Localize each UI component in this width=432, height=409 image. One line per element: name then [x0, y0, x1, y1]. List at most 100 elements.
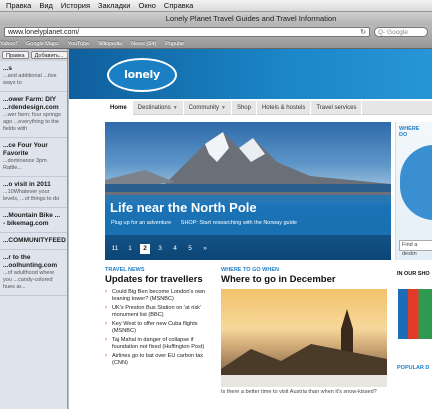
hero-link[interactable]: Plug up for an adventure: [111, 220, 171, 226]
pager-item-active[interactable]: 2: [140, 244, 150, 254]
browser-toolbar: www.lonelyplanet.com/ ↻ Q- Google: [0, 25, 432, 39]
bookmark-wikipedia[interactable]: Wikipedia: [98, 41, 122, 47]
sidebar-entry[interactable]: ...o visit in 2011 ...10Whatever your le…: [0, 177, 67, 208]
search-field[interactable]: Q- Google: [374, 27, 428, 37]
shop-label: IN OUR SHO: [397, 271, 430, 277]
pager-item[interactable]: 5: [185, 244, 195, 254]
nav-home[interactable]: Home: [105, 100, 133, 115]
bookmark-youtube[interactable]: YouTube: [68, 41, 90, 47]
hero-link[interactable]: SHOP: Start researching with the Norway …: [181, 220, 297, 226]
lonely-planet-logo[interactable]: lonely planet: [107, 58, 177, 111]
nav-travel-services-label: Travel services: [316, 104, 357, 111]
sidebar-entry-title: ...ower Farm: DIY ...rdendesign.com: [3, 96, 59, 111]
sidebar-entry-desc: ...dominance 3pm Rattle...: [3, 158, 47, 171]
sidebar-entry-desc: ...of adulthood where you ...candy-color…: [3, 270, 55, 290]
news-item[interactable]: › Airlines go to bat over EU carbon tax (…: [105, 353, 217, 367]
where-panel: WHERE DO Find a destin: [395, 122, 432, 260]
nav-community[interactable]: Community ▼: [184, 100, 232, 115]
news-item[interactable]: › UK's Preston Bus Station on 'at risk' m…: [105, 305, 217, 319]
pager-item[interactable]: 3: [155, 244, 165, 254]
where-panel-label: WHERE DO: [399, 126, 420, 138]
bookmark-google-maps[interactable]: Google Maps: [26, 41, 59, 47]
where-to-go-section: WHERE TO GO WHEN Where to go in December…: [221, 267, 391, 395]
nav-hotels-label: Hotels & hostels: [261, 104, 306, 111]
news-item[interactable]: › Taj Mahal in danger of collapse if foun…: [105, 337, 217, 351]
guidebooks-image[interactable]: [398, 289, 432, 339]
news-item[interactable]: › Key West to offer new Cuba flights (MSN…: [105, 321, 217, 335]
wtg-caption: Is there a better time to visit Austria …: [221, 389, 377, 395]
sidebar-edit-button[interactable]: Правка: [2, 51, 29, 59]
chevron-down-icon: ▼: [221, 104, 226, 111]
nav-shop[interactable]: Shop: [232, 100, 257, 115]
bookmark-yahoo[interactable]: Yahoo!: [0, 41, 17, 47]
arrow-right-icon: ›: [105, 305, 107, 311]
sidebar-entry[interactable]: ...r to the ...oolhunting.com ...of adul…: [0, 250, 67, 296]
sidebar-entry-desc: ...10Whatever your levels, ...of things …: [3, 189, 60, 202]
arrow-right-icon: ›: [105, 289, 107, 295]
arrow-right-icon: ›: [105, 353, 107, 359]
sidebar-entry-title: ...o visit in 2011: [3, 181, 51, 188]
site-header: lonely planet: [69, 49, 432, 111]
next-arrow-icon[interactable]: »: [200, 244, 210, 254]
mac-menubar: Правка Вид История Закладки Окно Справка: [0, 0, 432, 12]
menu-help[interactable]: Справка: [164, 1, 193, 10]
window-title: Lonely Planet Travel Guides and Travel I…: [165, 14, 337, 23]
hero-pager: 11 1 2 3 4 5 »: [105, 241, 210, 257]
window-titlebar: Lonely Planet Travel Guides and Travel I…: [0, 12, 432, 25]
wtg-kicker[interactable]: WHERE TO GO WHEN: [221, 267, 391, 273]
sidebar-entry[interactable]: ...s ...and additional ...tive ways to: [0, 61, 67, 92]
web-page: lonely planet Home Destinations▼ Communi…: [69, 49, 432, 409]
news-item-text: Key West to offer new Cuba flights (MSNB…: [112, 321, 198, 334]
sidebar-entry[interactable]: ...ower Farm: DIY ...rdendesign.com ...w…: [0, 92, 67, 138]
menu-bookmarks[interactable]: Закладки: [98, 1, 130, 10]
nav-home-label: Home: [110, 104, 127, 111]
menu-history[interactable]: История: [61, 1, 90, 10]
site-nav: Home Destinations ▼ Community ▼ Shop Hotel…: [105, 100, 432, 115]
sidebar-entry[interactable]: ...ce Four Your Favorite ...dominance 3p…: [0, 138, 67, 177]
sidebar-entry[interactable]: ...Mountain Bike ... - bikemag.com: [0, 208, 67, 233]
arrow-right-icon: ›: [105, 321, 107, 327]
menu-view[interactable]: Вид: [39, 1, 53, 10]
bookmarks-bar: Yahoo! Google Maps YouTube Wikipedia New…: [0, 39, 432, 49]
nav-hotels[interactable]: Hotels & hostels: [257, 100, 312, 115]
hero-title[interactable]: Life near the North Pole: [110, 200, 257, 215]
arctic-mountain-illustration: [105, 132, 391, 202]
bookmark-popular[interactable]: Popular: [165, 41, 184, 47]
news-item-text: UK's Preston Bus Station on 'at risk' mo…: [112, 305, 202, 318]
sidebar-entry-title: ...ce Four Your Favorite: [3, 142, 48, 157]
pager-item[interactable]: 1: [125, 244, 135, 254]
news-title[interactable]: Updates for travellers: [105, 274, 217, 285]
pager-item[interactable]: 4: [170, 244, 180, 254]
hero-banner[interactable]: Life near the North Pole Plug up for an …: [105, 122, 391, 260]
news-kicker[interactable]: TRAVEL NEWS: [105, 267, 217, 273]
sidebar-entry-desc: ...wer farm; four springs ago ...everyth…: [3, 112, 61, 132]
wtg-title[interactable]: Where to go in December: [221, 274, 391, 285]
arrow-right-icon: ›: [105, 337, 107, 343]
austria-winter-photo[interactable]: [221, 289, 387, 387]
news-item-text: Could Big Ben become London's own leanin…: [112, 289, 206, 302]
hero-caption: Life near the North Pole Plug up for an …: [105, 195, 391, 235]
sidebar-entry[interactable]: ...COMMUNITYFEED: [0, 233, 67, 250]
world-map-icon[interactable]: [400, 145, 432, 220]
news-item-text: Airlines go to bat over EU carbon tax (C…: [112, 353, 204, 366]
news-item[interactable]: › Could Big Ben become London's own leani…: [105, 289, 217, 303]
pager-item[interactable]: 11: [110, 244, 120, 254]
address-bar[interactable]: www.lonelyplanet.com/ ↻: [4, 27, 370, 37]
reading-list-sidebar: Правка Добавить... ...s ...and additiona…: [0, 49, 68, 409]
sidebar-entry-title: ...s: [3, 65, 13, 72]
nav-shop-label: Shop: [236, 104, 251, 111]
shop-panel: IN OUR SHO POPULAR D: [395, 267, 432, 409]
sidebar-add-button[interactable]: Добавить...: [30, 51, 67, 59]
menu-edit[interactable]: Правка: [6, 1, 31, 10]
sidebar-entry-title: ...Mountain Bike ... - bikemag.com: [3, 212, 61, 227]
nav-travel-services[interactable]: Travel services: [311, 100, 363, 115]
reload-icon[interactable]: ↻: [360, 28, 366, 37]
menu-window[interactable]: Окно: [138, 1, 155, 10]
nav-destinations[interactable]: Destinations ▼: [133, 100, 184, 115]
news-item-text: Taj Mahal in danger of collapse if found…: [112, 337, 205, 350]
nav-community-label: Community: [188, 104, 219, 111]
address-text: www.lonelyplanet.com/: [8, 29, 80, 36]
church-silhouette-illustration: [221, 309, 387, 387]
find-destination-input[interactable]: Find a destin: [399, 240, 432, 257]
bookmark-news[interactable]: News (84): [131, 41, 156, 47]
